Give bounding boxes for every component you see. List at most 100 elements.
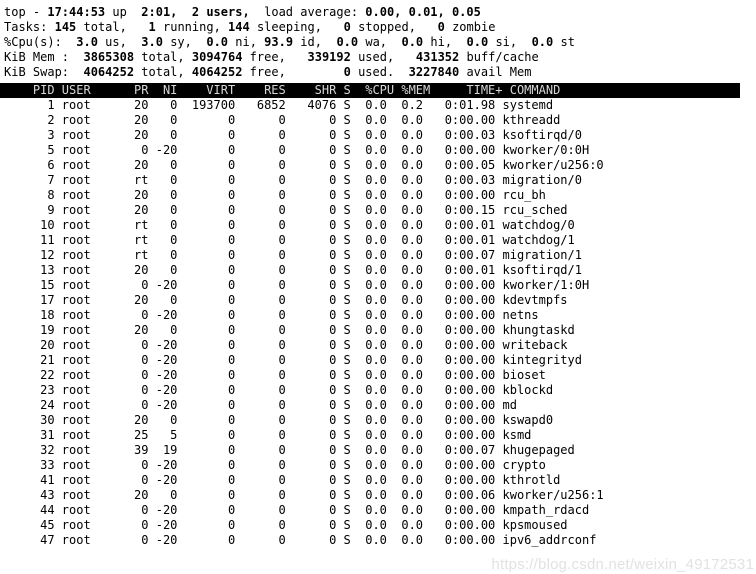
swap-total-value: 4064252 — [83, 65, 135, 79]
mem-buff-pad — [394, 50, 416, 64]
table-row[interactable]: 8 root 20 0 0 0 0 S 0.0 0.0 0:00.00 rcu_… — [4, 188, 756, 203]
cpu-us-label: us, — [97, 35, 127, 49]
cpu-ni-value: 0.0 — [206, 35, 229, 49]
table-row[interactable]: 44 root 0 -20 0 0 0 S 0.0 0.0 0:00.00 km… — [4, 503, 756, 518]
table-row[interactable]: 13 root 20 0 0 0 0 S 0.0 0.0 0:00.01 kso… — [4, 263, 756, 278]
table-row[interactable]: 32 root 39 19 0 0 0 S 0.0 0.0 0:00.07 kh… — [4, 443, 756, 458]
summary-line-uptime: top - 17:44:53 up 2:01, 2 users, load av… — [4, 5, 756, 20]
tasks-zombie-value: 0 — [437, 20, 445, 34]
table-row[interactable]: 10 root rt 0 0 0 0 S 0.0 0.0 0:00.01 wat… — [4, 218, 756, 233]
cpu-hi-label: hi, — [423, 35, 453, 49]
summary-line-cpu: %Cpu(s): 3.0 us, 3.0 sy, 0.0 ni, 93.9 id… — [4, 35, 756, 50]
tasks-running-label: running, — [155, 20, 221, 34]
tasks-sleeping-label: sleeping, — [249, 20, 322, 34]
cpu-ni-pad — [192, 35, 206, 49]
tasks-stopped-pad — [322, 20, 344, 34]
cpu-ni-label: ni, — [228, 35, 257, 49]
table-row[interactable]: 43 root 20 0 0 0 0 S 0.0 0.0 0:00.06 kwo… — [4, 488, 756, 503]
table-row[interactable]: 15 root 0 -20 0 0 0 S 0.0 0.0 0:00.00 kw… — [4, 278, 756, 293]
table-row[interactable]: 9 root 20 0 0 0 0 S 0.0 0.0 0:00.15 rcu_… — [4, 203, 756, 218]
mem-free-pad — [185, 50, 192, 64]
mem-total-value: 3865308 — [83, 50, 135, 64]
cpu-si-label: si, — [488, 35, 518, 49]
table-row[interactable]: 33 root 0 -20 0 0 0 S 0.0 0.0 0:00.00 cr… — [4, 458, 756, 473]
process-table-body: 1 root 20 0 193700 6852 4076 S 0.0 0.2 0… — [0, 98, 756, 548]
table-row[interactable]: 19 root 20 0 0 0 0 S 0.0 0.0 0:00.00 khu… — [4, 323, 756, 338]
top-summary-block: top - 17:44:53 up 2:01, 2 users, load av… — [0, 0, 756, 80]
cpu-st-label: st — [553, 35, 575, 49]
swap-total-label: total, — [134, 65, 185, 79]
tasks-zombie-label: zombie — [444, 20, 496, 34]
tasks-stopped-value: 0 — [343, 20, 351, 34]
table-row[interactable]: 3 root 20 0 0 0 0 S 0.0 0.0 0:00.03 ksof… — [4, 128, 756, 143]
table-row[interactable]: 22 root 0 -20 0 0 0 S 0.0 0.0 0:00.00 bi… — [4, 368, 756, 383]
users-value: 2 users, — [177, 5, 250, 19]
table-row[interactable]: 1 root 20 0 193700 6852 4076 S 0.0 0.2 0… — [4, 98, 756, 113]
current-time-value: 17:44:53 — [47, 5, 106, 19]
cpu-si-value: 0.0 — [466, 35, 489, 49]
cpu-st-value: 0.0 — [531, 35, 554, 49]
cpu-us-value: 3.0 — [76, 35, 98, 49]
watermark-text: https://blog.csdn.net/weixin_49172531 — [491, 556, 754, 573]
mem-free-value: 3094764 — [191, 50, 243, 64]
mem-used-pad — [286, 50, 308, 64]
process-table-column-header[interactable]: PID USER PR NI VIRT RES SHR S %CPU %MEM … — [0, 83, 740, 98]
tasks-total-label: total, — [76, 20, 127, 34]
mem-free-label: free, — [242, 50, 286, 64]
top-prefix-label: top - — [4, 5, 48, 19]
load-average-value: 0.00, 0.01, 0.05 — [365, 5, 481, 19]
table-row[interactable]: 21 root 0 -20 0 0 0 S 0.0 0.0 0:00.00 ki… — [4, 353, 756, 368]
cpu-hi-pad — [387, 35, 401, 49]
swap-total-pad — [69, 65, 83, 79]
swap-avail-value: 3227840 — [408, 65, 460, 79]
mem-buff-value: 431352 — [415, 50, 460, 64]
tasks-sleeping-pad — [221, 20, 228, 34]
summary-line-tasks: Tasks: 145 total, 1 running, 144 sleepin… — [4, 20, 756, 35]
tasks-running-value: 1 — [148, 20, 156, 34]
table-row[interactable]: 20 root 0 -20 0 0 0 S 0.0 0.0 0:00.00 wr… — [4, 338, 756, 353]
table-row[interactable]: 45 root 0 -20 0 0 0 S 0.0 0.0 0:00.00 kp… — [4, 518, 756, 533]
mem-label: KiB Mem : — [4, 50, 70, 64]
table-row[interactable]: 11 root rt 0 0 0 0 S 0.0 0.0 0:00.01 wat… — [4, 233, 756, 248]
tasks-label: Tasks: — [4, 20, 48, 34]
swap-free-label: free, — [242, 65, 286, 79]
cpu-wa-pad — [322, 35, 336, 49]
table-row[interactable]: 6 root 20 0 0 0 0 S 0.0 0.0 0:00.05 kwor… — [4, 158, 756, 173]
cpu-wa-label: wa, — [358, 35, 388, 49]
cpu-us-pad — [62, 35, 76, 49]
table-row[interactable]: 12 root rt 0 0 0 0 S 0.0 0.0 0:00.07 mig… — [4, 248, 756, 263]
cpu-id-value: 93.9 — [264, 35, 294, 49]
table-row[interactable]: 30 root 20 0 0 0 0 S 0.0 0.0 0:00.00 ksw… — [4, 413, 756, 428]
tasks-sleeping-value: 144 — [228, 20, 250, 34]
load-average-label: load average: — [249, 5, 366, 19]
swap-used-pad — [286, 65, 344, 79]
table-row[interactable]: 47 root 0 -20 0 0 0 S 0.0 0.0 0:00.00 ip… — [4, 533, 756, 548]
table-row[interactable]: 7 root rt 0 0 0 0 S 0.0 0.0 0:00.03 migr… — [4, 173, 756, 188]
summary-line-swap: KiB Swap: 4064252 total, 4064252 free, 0… — [4, 65, 756, 80]
cpu-sy-value: 3.0 — [141, 35, 163, 49]
cpu-id-label: id, — [293, 35, 322, 49]
table-row[interactable]: 17 root 20 0 0 0 0 S 0.0 0.0 0:00.00 kde… — [4, 293, 756, 308]
table-row[interactable]: 5 root 0 -20 0 0 0 S 0.0 0.0 0:00.00 kwo… — [4, 143, 756, 158]
cpu-sy-pad — [127, 35, 141, 49]
table-row[interactable]: 24 root 0 -20 0 0 0 S 0.0 0.0 0:00.00 md — [4, 398, 756, 413]
mem-used-value: 339192 — [307, 50, 351, 64]
cpu-st-pad — [517, 35, 531, 49]
tasks-zombie-pad — [416, 20, 438, 34]
terminal-window: top - 17:44:53 up 2:01, 2 users, load av… — [0, 0, 756, 574]
table-row[interactable]: 18 root 0 -20 0 0 0 S 0.0 0.0 0:00.00 ne… — [4, 308, 756, 323]
mem-buff-label: buff/cache — [459, 50, 539, 64]
swap-free-value: 4064252 — [191, 65, 243, 79]
table-row[interactable]: 23 root 0 -20 0 0 0 S 0.0 0.0 0:00.00 kb… — [4, 383, 756, 398]
table-row[interactable]: 41 root 0 -20 0 0 0 S 0.0 0.0 0:00.00 kt… — [4, 473, 756, 488]
cpu-hi-value: 0.0 — [401, 35, 424, 49]
swap-avail-pad — [394, 65, 408, 79]
swap-used-label: used. — [350, 65, 395, 79]
mem-total-pad — [69, 50, 83, 64]
table-row[interactable]: 2 root 20 0 0 0 0 S 0.0 0.0 0:00.00 kthr… — [4, 113, 756, 128]
uptime-value: 2:01, — [134, 5, 178, 19]
swap-avail-label: avail Mem — [459, 65, 532, 79]
cpu-sy-label: sy, — [162, 35, 192, 49]
table-row[interactable]: 31 root 25 5 0 0 0 S 0.0 0.0 0:00.00 ksm… — [4, 428, 756, 443]
swap-free-pad — [185, 65, 192, 79]
